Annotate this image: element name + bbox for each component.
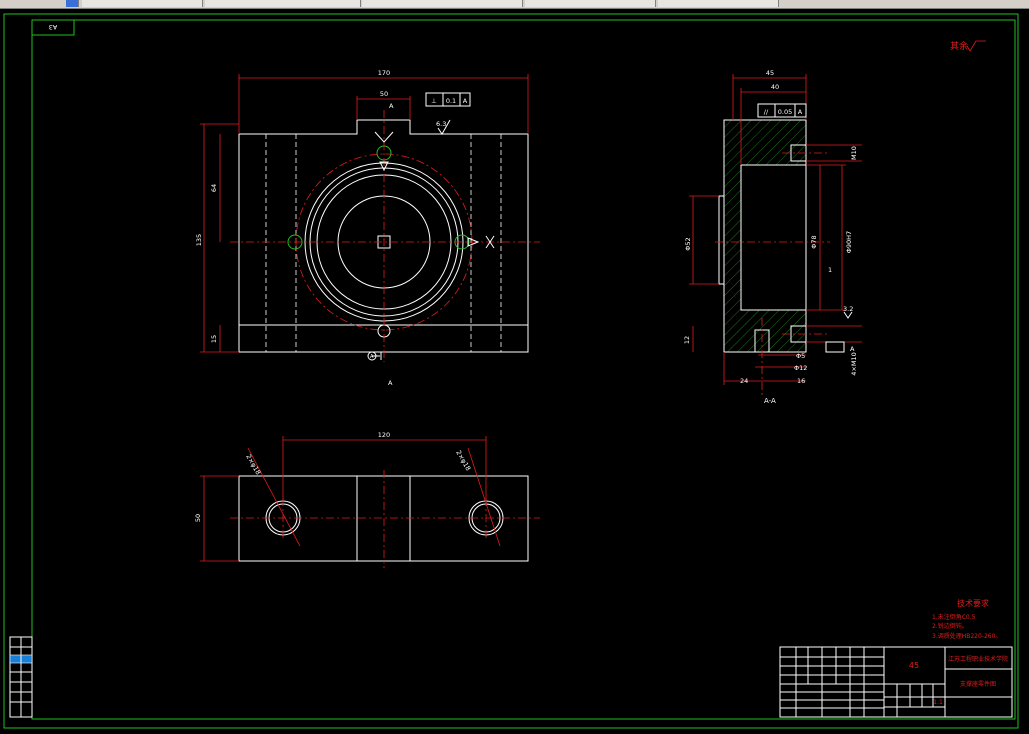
dim-hole-left: 2×φ18 — [244, 453, 262, 476]
roughness-symbol — [966, 40, 986, 52]
roughness-note: 其余 — [950, 40, 968, 52]
tol-parallel-symbol: // — [764, 108, 769, 116]
dim-top-depth: 50 — [194, 514, 202, 522]
dim-4m10: 4×M10 — [850, 352, 858, 375]
dim-d90: Φ90H7 — [845, 231, 853, 253]
roughness-value: 6.3 — [436, 120, 446, 128]
svg-text:A: A — [370, 354, 374, 360]
left-edge-table — [9, 636, 33, 718]
section-mark-top: A — [389, 102, 394, 110]
tol-symbol: ⊥ — [431, 97, 437, 105]
dim-d5: Φ5 — [796, 352, 805, 360]
dim-height-lower: 15 — [210, 335, 218, 343]
title-block: 45 江苏工程职业技术学院 支撑座零件图 1:1 — [779, 646, 1013, 718]
tb-drawing-name: 支撑座零件图 — [960, 680, 996, 688]
dim-45: 45 — [766, 69, 774, 77]
dim-16: 16 — [797, 377, 805, 385]
top-view: 120 50 2×φ18 2×φ18 — [194, 431, 540, 568]
tol-parallel-datum: A — [798, 108, 803, 116]
dim-ra32: 3.2 — [843, 305, 853, 313]
dim-height-total: 135 — [195, 234, 203, 246]
section-title: A-A — [764, 397, 776, 405]
tol-datum: A — [463, 97, 468, 105]
outer-border — [3, 13, 1019, 729]
inner-border — [31, 19, 1016, 720]
dim-40: 40 — [771, 83, 779, 91]
dim-d78: Φ78 — [810, 235, 818, 248]
front-view: A — [230, 110, 540, 362]
dim-height-upper: 64 — [210, 184, 218, 192]
section-mark-bottom: A — [388, 379, 393, 387]
front-dimensions: 170 50 135 64 15 ⊥ 0.1 A A A 6.3 — [195, 69, 529, 387]
dim-width: 170 — [378, 69, 390, 77]
section-view: 45 40 // 0.05 A Φ52 Φ78 Φ90H7 M10 1 12 Φ… — [683, 69, 862, 405]
dim-d52: Φ52 — [684, 237, 692, 250]
tech-title: 技术要求 — [957, 598, 989, 608]
tech-requirements: 技术要求 1.未注倒角C0.5 2.锐边倒钝。 3.调质处理HB220-260。 — [932, 598, 1001, 640]
tb-material: 45 — [909, 661, 919, 670]
tol-parallel-value: 0.05 — [778, 108, 792, 116]
dim-top-slot: 50 — [380, 90, 388, 98]
top-outline — [238, 475, 529, 562]
dim-24: 24 — [740, 377, 748, 385]
corner-tag: A3 — [49, 23, 58, 31]
dim-12-left: 12 — [683, 336, 691, 344]
datum-a-label: A — [850, 345, 855, 353]
cad-drawing-canvas[interactable]: A3 其余 A 170 50 135 64 15 ⊥ 0.1 A A A 6.3… — [0, 0, 1029, 734]
tb-school: 江苏工程职业技术学院 — [948, 655, 1008, 663]
tb-scale: 1:1 — [933, 699, 943, 706]
dim-m10: M10 — [850, 146, 858, 160]
dim-d12: Φ12 — [794, 364, 807, 372]
tech-item-1: 1.未注倒角C0.5 — [932, 613, 976, 621]
tol-value: 0.1 — [446, 97, 456, 105]
dim-top-width: 120 — [378, 431, 390, 439]
tech-item-3: 3.调质处理HB220-260。 — [932, 632, 1001, 640]
dim-1: 1 — [828, 266, 832, 274]
tech-item-2: 2.锐边倒钝。 — [932, 622, 968, 630]
